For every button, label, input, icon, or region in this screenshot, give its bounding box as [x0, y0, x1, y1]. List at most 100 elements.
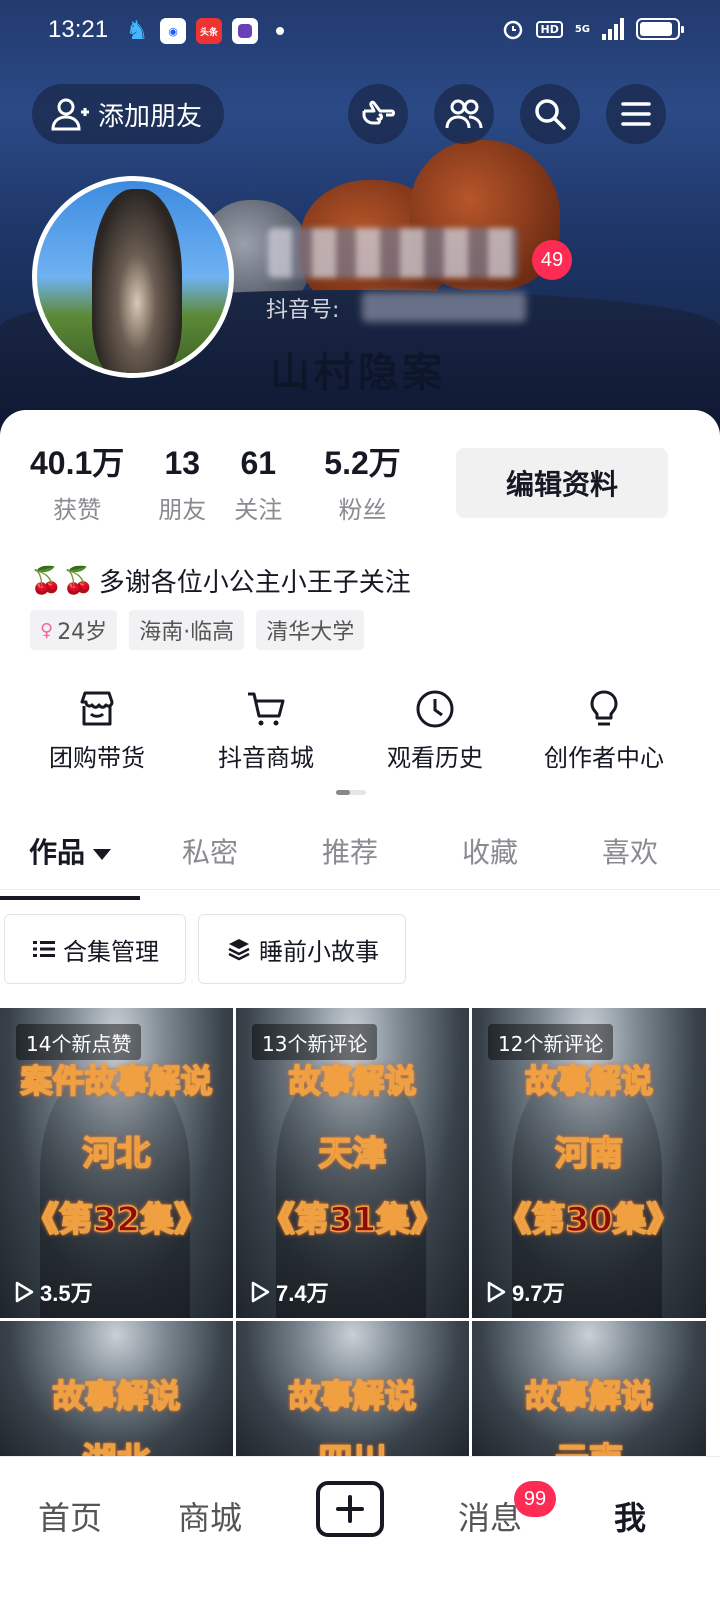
cherry-emoji: 🍒🍒	[30, 565, 95, 596]
quick-action-label: 观看历史	[387, 744, 483, 772]
thumbnail-title: 故事解说	[288, 1376, 418, 1416]
play-icon	[251, 1281, 270, 1303]
new-activity-badge: 13个新评论	[252, 1024, 378, 1060]
stat-friends[interactable]: 13 朋友	[158, 440, 206, 525]
bio: 🍒🍒 多谢各位小公主小王子关注	[30, 562, 411, 599]
profile-body: 40.1万 获赞 13 朋友 61 关注 5.2万 粉丝 编辑资料 🍒🍒 多谢各…	[0, 410, 720, 1612]
search-icon	[535, 99, 566, 130]
view-count-value: 7.4万	[276, 1281, 329, 1306]
view-count-value: 3.5万	[40, 1281, 93, 1306]
avatar[interactable]	[32, 176, 234, 378]
tab-works[interactable]: 作品	[0, 828, 140, 900]
add-friend-button[interactable]: 添加朋友	[32, 84, 224, 144]
stat-label: 粉丝	[338, 496, 387, 524]
thumbnail-title: 故事解说	[524, 1376, 654, 1416]
signal-icon	[602, 18, 624, 40]
poke-hand-icon	[362, 100, 395, 125]
tab-favorites[interactable]: 收藏	[420, 828, 560, 889]
battery-icon	[636, 18, 684, 40]
video-thumbnail[interactable]: 12个新评论 故事解说 河南 《第30集》 9.7万	[472, 1008, 706, 1318]
stat-label: 获赞	[53, 496, 102, 524]
play-icon	[15, 1281, 34, 1303]
nav-mall[interactable]: 商城	[140, 1493, 280, 1539]
profile-tags: ♀ 24岁 海南·临高 清华大学	[30, 610, 365, 650]
bulb-icon	[590, 690, 618, 726]
tab-label: 作品	[28, 836, 85, 869]
thumbnail-title: 故事解说	[52, 1376, 182, 1416]
stat-likes[interactable]: 40.1万 获赞	[30, 440, 124, 525]
female-icon: ♀	[40, 619, 54, 641]
stat-value: 40.1万	[30, 445, 125, 481]
cart-icon	[248, 692, 285, 726]
list-icon	[33, 941, 55, 957]
shop-icon	[80, 691, 114, 726]
tab-private[interactable]: 私密	[140, 828, 280, 889]
stat-following[interactable]: 61 关注	[234, 440, 282, 525]
tab-recommend[interactable]: 推荐	[280, 828, 420, 889]
douyin-id-label: 抖音号:	[266, 298, 340, 323]
menu-button[interactable]	[606, 84, 666, 144]
thumbnail-region: 河南	[554, 1133, 624, 1175]
avatar-donkey-image	[92, 189, 182, 373]
collection-manage-button[interactable]: 合集管理	[4, 914, 186, 984]
notification-icons: ♞ ◉ 头条	[124, 16, 284, 46]
app-icon	[232, 18, 258, 44]
hd-icon: HD	[536, 20, 563, 38]
network-label: 5G	[574, 23, 590, 35]
quick-actions-pager	[336, 790, 366, 795]
content-tabs: 作品 私密 推荐 收藏 喜欢	[0, 828, 720, 900]
school-tag: 清华大学	[256, 610, 365, 650]
dropdown-triangle-icon	[93, 848, 111, 860]
menu-icon	[621, 102, 651, 126]
stats-row: 40.1万 获赞 13 朋友 61 关注 5.2万 粉丝	[30, 440, 433, 525]
plus-icon	[336, 1495, 364, 1523]
alarm-icon	[504, 20, 523, 40]
friends-button[interactable]	[434, 84, 494, 144]
thumbnail-episode: 《第32集》	[24, 1199, 209, 1241]
search-button[interactable]	[520, 84, 580, 144]
poke-button[interactable]	[348, 84, 408, 144]
status-bar: 13:21 ♞ ◉ 头条 HD 5G	[0, 0, 720, 64]
stat-followers[interactable]: 5.2万 粉丝	[324, 440, 401, 525]
clock-icon	[416, 690, 454, 728]
quick-action-label: 抖音商城	[218, 744, 314, 772]
age-tag: ♀ 24岁	[30, 610, 118, 650]
stat-label: 朋友	[158, 496, 207, 524]
quick-action-group-buy[interactable]: 团购带货	[0, 688, 194, 773]
quick-action-history[interactable]: 观看历史	[338, 688, 532, 773]
view-count: 7.4万	[250, 1276, 329, 1308]
thumbnail-title: 案件故事解说	[20, 1061, 214, 1101]
add-friend-label: 添加朋友	[98, 101, 203, 132]
video-thumbnail[interactable]: 故事解说 四川	[236, 1321, 469, 1461]
tab-likes[interactable]: 喜欢	[560, 828, 700, 889]
notification-badge[interactable]: 49	[532, 240, 572, 280]
edit-profile-button[interactable]: 编辑资料	[456, 448, 668, 518]
nav-home[interactable]: 首页	[0, 1493, 140, 1539]
quick-action-label: 团购带货	[49, 744, 145, 772]
view-count-value: 9.7万	[512, 1281, 565, 1306]
status-time: 13:21	[48, 16, 109, 43]
video-thumbnail[interactable]: 14个新点赞 案件故事解说 河北 《第32集》 3.5万	[0, 1008, 233, 1318]
stat-value: 61	[240, 445, 277, 481]
chip-label: 合集管理	[63, 937, 159, 966]
create-button[interactable]	[316, 1481, 384, 1537]
thumbnail-episode: 《第31集》	[260, 1199, 445, 1241]
douyin-id-blurred	[362, 292, 526, 322]
nav-me[interactable]: 我	[560, 1493, 700, 1539]
quick-action-mall[interactable]: 抖音商城	[194, 688, 338, 773]
video-thumbnail[interactable]: 13个新评论 故事解说 天津 《第31集》 7.4万	[236, 1008, 469, 1318]
video-thumbnail[interactable]: 故事解说 湖北	[0, 1321, 233, 1461]
quick-action-creator-center[interactable]: 创作者中心	[532, 688, 676, 773]
play-icon	[487, 1281, 506, 1303]
thumbnail-region: 河北	[82, 1133, 152, 1175]
age-label: 24岁	[57, 620, 108, 645]
username-blurred	[268, 228, 518, 278]
quick-actions: 团购带货 抖音商城 观看历史 创作者中心	[0, 688, 720, 773]
messages-badge: 99	[514, 1481, 556, 1517]
more-dot-icon	[276, 27, 284, 35]
view-count: 9.7万	[486, 1276, 565, 1308]
add-user-icon	[51, 98, 89, 131]
stat-label: 关注	[234, 496, 283, 524]
video-thumbnail[interactable]: 故事解说 云南	[472, 1321, 706, 1461]
collection-chip-bedtime-stories[interactable]: 睡前小故事	[198, 914, 406, 984]
